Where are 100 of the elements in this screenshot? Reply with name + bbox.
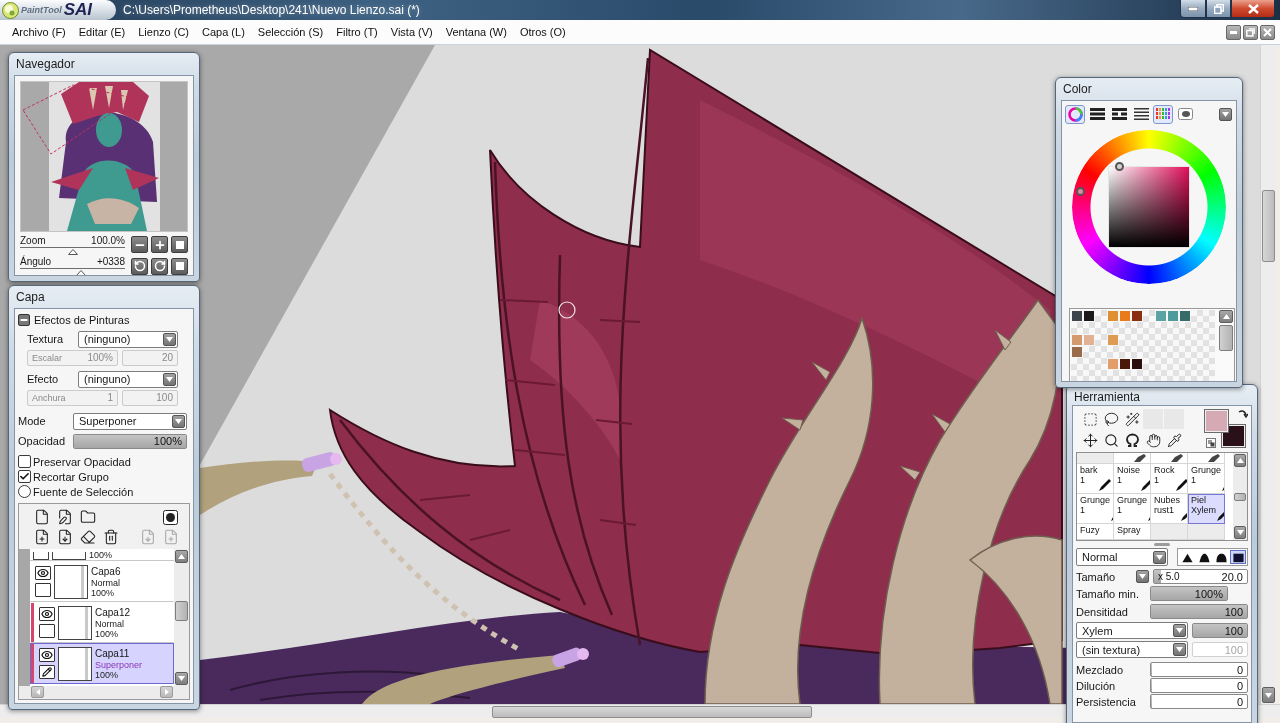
reset-zoom-button[interactable] xyxy=(171,236,188,253)
menu-item[interactable]: Otros (O) xyxy=(519,26,566,38)
blend-mode-select[interactable]: Normal xyxy=(1076,548,1168,566)
color-swatch[interactable] xyxy=(1131,358,1143,370)
layer-scrollbar[interactable] xyxy=(174,549,189,686)
size-slider[interactable]: x 5.0 20.0 xyxy=(1153,569,1248,584)
zoom-out-button[interactable] xyxy=(131,236,148,253)
checkbox[interactable] xyxy=(18,455,31,468)
menu-item[interactable]: Capa (L) xyxy=(202,26,245,38)
slider-track[interactable] xyxy=(20,268,125,275)
blend-mode-select[interactable]: Superponer xyxy=(73,412,187,430)
slider-thumb[interactable] xyxy=(67,249,78,255)
restore-button[interactable] xyxy=(1206,0,1231,18)
menu-item[interactable]: Ventana (W) xyxy=(445,26,507,38)
swatch-grid-icon[interactable] xyxy=(1153,104,1173,124)
slider-track[interactable] xyxy=(20,247,125,255)
brush-slot[interactable]: Grunge 1 xyxy=(1114,494,1151,524)
scrollbar-thumb[interactable] xyxy=(1234,492,1246,501)
swap-colors-icon[interactable] xyxy=(1238,409,1248,419)
color-swatch[interactable] xyxy=(1179,310,1191,322)
scrollbar-thumb[interactable] xyxy=(1262,190,1275,262)
brush-shape-icon[interactable] xyxy=(1230,550,1246,564)
color-wheel-icon[interactable] xyxy=(1065,104,1085,124)
vertical-scrollbar[interactable] xyxy=(1260,45,1276,704)
hue-marker-icon[interactable] xyxy=(1075,187,1085,196)
brush-slot[interactable] xyxy=(1188,453,1225,464)
checkbox[interactable] xyxy=(18,470,31,483)
brush-slot[interactable]: Noise 1 xyxy=(1114,464,1151,494)
color-swatch[interactable] xyxy=(1119,358,1131,370)
menu-item[interactable]: Vista (V) xyxy=(390,26,433,38)
folder-icon[interactable] xyxy=(79,508,96,526)
color-swatch[interactable] xyxy=(1107,310,1119,322)
layer-horizontal-scrollbar[interactable] xyxy=(19,686,189,699)
layer-checkbox[interactable] xyxy=(39,624,55,638)
new-layer-icon[interactable] xyxy=(33,508,50,526)
effect-select[interactable]: (ninguno) xyxy=(78,370,178,388)
copy-layer-icon[interactable] xyxy=(33,528,50,546)
color-swatch[interactable] xyxy=(1071,334,1083,346)
document-restore-button[interactable] xyxy=(1243,24,1258,40)
color-swatch[interactable] xyxy=(1107,334,1119,346)
collapse-icon[interactable] xyxy=(18,314,30,326)
color-swatch[interactable] xyxy=(1119,310,1131,322)
brush-slot[interactable]: bark 1 xyxy=(1077,464,1114,494)
close-button[interactable] xyxy=(1231,0,1275,18)
eye-icon[interactable] xyxy=(35,566,51,580)
menu-item[interactable]: Selección (S) xyxy=(257,26,324,38)
primary-color-swatch[interactable] xyxy=(1204,409,1229,433)
viewport-outline[interactable] xyxy=(22,84,134,155)
scrollbar-thumb[interactable] xyxy=(175,601,188,621)
opacity-slider[interactable]: 100% xyxy=(73,433,187,449)
value-slider[interactable]: 0 xyxy=(1150,678,1248,693)
menu-item[interactable]: Filtro (T) xyxy=(336,26,378,38)
eye-icon[interactable] xyxy=(39,607,55,621)
scrollbar-thumb[interactable] xyxy=(492,705,812,718)
brush-slot[interactable]: Spray xyxy=(1114,524,1151,540)
brush-slot[interactable]: Rock 1 xyxy=(1151,464,1188,494)
trash-icon[interactable] xyxy=(102,528,119,546)
new-linework-layer-icon[interactable] xyxy=(56,508,73,526)
navigator-preview[interactable] xyxy=(20,81,188,232)
layer-row[interactable]: Capa12 Normal 100% xyxy=(30,602,174,643)
color-swatch[interactable] xyxy=(1107,358,1119,370)
pen-icon[interactable] xyxy=(39,665,55,679)
color-swatch[interactable] xyxy=(1131,310,1143,322)
color-swatch[interactable] xyxy=(1071,346,1083,358)
value-slider[interactable]: 100 xyxy=(1150,604,1248,619)
color-swatch[interactable] xyxy=(1155,310,1167,322)
value-slider[interactable]: 0 xyxy=(1150,662,1248,677)
brush-scrollbar[interactable] xyxy=(1233,453,1247,540)
brush-slot[interactable]: Nubes rust1 xyxy=(1151,494,1188,524)
color-swatch[interactable] xyxy=(1083,334,1095,346)
brush-slot[interactable]: Fuzy xyxy=(1077,524,1114,540)
eraser-icon[interactable] xyxy=(79,528,96,546)
menu-item[interactable]: Lienzo (C) xyxy=(138,26,189,38)
scrollbar-thumb[interactable] xyxy=(1219,325,1233,351)
menu-item[interactable]: Archivo (F) xyxy=(12,26,66,38)
minimize-button[interactable] xyxy=(1180,0,1206,18)
layer-row[interactable]: Capa11 Superponer 100% xyxy=(30,643,174,684)
brush-slot[interactable]: Grunge 1 xyxy=(1188,464,1225,494)
brush-slot[interactable]: Piel Xylem xyxy=(1188,494,1225,524)
saturation-value-square[interactable] xyxy=(1107,166,1190,248)
effect-select[interactable]: (ninguno) xyxy=(78,330,178,348)
brush-slot[interactable]: Grunge 1 xyxy=(1077,494,1114,524)
reset-colors-icon[interactable] xyxy=(1206,438,1216,448)
radio-button[interactable] xyxy=(18,485,31,498)
mask-icon[interactable] xyxy=(162,508,179,526)
rotate-right-button[interactable] xyxy=(151,257,168,275)
merge-down-icon[interactable] xyxy=(56,528,73,546)
document-minimize-button[interactable] xyxy=(1226,24,1241,40)
reset-rotation-button[interactable] xyxy=(171,257,188,275)
value-slider[interactable]: 100 xyxy=(1192,623,1248,638)
brush-texture-select[interactable]: Xylem xyxy=(1076,622,1188,639)
zoom-in-button[interactable] xyxy=(151,236,168,253)
color-swatch[interactable] xyxy=(1083,310,1095,322)
layer-checkbox[interactable] xyxy=(35,583,51,597)
eye-icon[interactable] xyxy=(39,648,55,662)
slider-thumb[interactable] xyxy=(75,270,86,275)
rotate-left-button[interactable] xyxy=(131,257,148,275)
value-slider[interactable]: 0 xyxy=(1150,694,1248,709)
color-swatch[interactable] xyxy=(1167,310,1179,322)
value-slider[interactable]: 100% xyxy=(1150,586,1228,601)
